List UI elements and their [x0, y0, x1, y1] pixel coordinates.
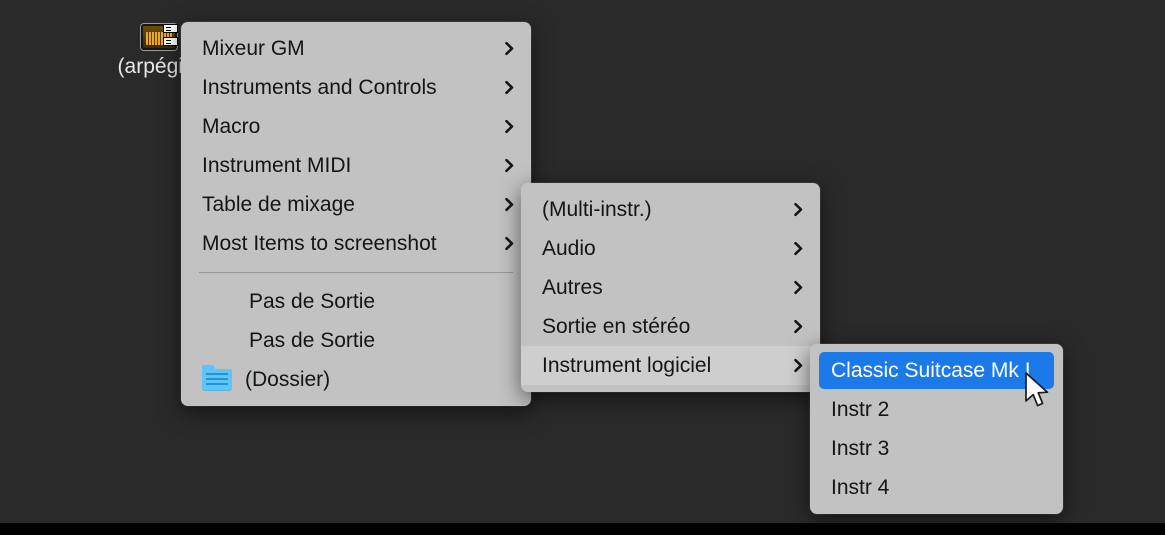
menu-item[interactable]: (Multi-instr.) [521, 190, 820, 229]
menu-item-label: Table de mixage [202, 192, 355, 216]
document-icon [163, 24, 178, 46]
menu-item[interactable]: Instrument MIDI [181, 146, 531, 185]
chevron-right-icon [502, 80, 517, 95]
menu-item-label: (Multi-instr.) [542, 197, 652, 221]
menu-item-label: Pas de Sortie [249, 328, 376, 352]
menu-item[interactable]: Autres [521, 268, 820, 307]
chevron-right-icon [791, 358, 806, 373]
chevron-right-icon [791, 202, 806, 217]
chevron-right-icon [502, 158, 517, 173]
menu-item[interactable]: Instrument logiciel [521, 346, 820, 385]
chevron-right-icon [502, 236, 517, 251]
menu-item[interactable]: (Dossier) [181, 360, 531, 399]
menu-item[interactable]: Mixeur GM [181, 29, 531, 68]
desktop-icon-document[interactable] [163, 24, 178, 46]
menu-item-label: Classic Suitcase Mk I [831, 358, 1031, 382]
menu-item-label: Instrument MIDI [202, 153, 352, 177]
screen: (arpégiat Mixeur GM Instruments and Contr… [0, 0, 1165, 535]
menu-item-label: Macro [202, 114, 261, 138]
menu-item[interactable]: Instr 3 [810, 429, 1063, 468]
menu-item[interactable]: Instr 2 [810, 390, 1063, 429]
menu-item-label: Audio [542, 236, 596, 260]
context-menu-root[interactable]: Mixeur GM Instruments and Controls Macro In… [181, 22, 531, 406]
menu-item[interactable]: Pas de Sortie [181, 282, 531, 321]
context-submenu-table-de-mixage[interactable]: (Multi-instr.) Audio Autres Sortie en stéré… [521, 183, 820, 392]
menu-item[interactable]: Most Items to screenshot [181, 224, 531, 263]
menu-item[interactable]: Instr 4 [810, 468, 1063, 507]
menu-item-label: Pas de Sortie [249, 289, 376, 313]
menu-item-label: Instr 3 [831, 436, 890, 460]
menu-item-label: Instrument logiciel [542, 353, 712, 377]
menu-item[interactable]: Audio [521, 229, 820, 268]
chevron-right-icon [502, 197, 517, 212]
menu-item-label: Autres [542, 275, 603, 299]
screen-bottom-band [0, 523, 1165, 535]
folder-icon [202, 364, 232, 391]
menu-item[interactable]: Pas de Sortie [181, 321, 531, 360]
menu-separator [199, 272, 513, 273]
chevron-right-icon [502, 41, 517, 56]
chevron-right-icon [791, 280, 806, 295]
menu-item[interactable]: Instruments and Controls [181, 68, 531, 107]
menu-item-label: Mixeur GM [202, 36, 305, 60]
menu-item[interactable]: Sortie en stéréo [521, 307, 820, 346]
chevron-right-icon [791, 241, 806, 256]
context-submenu-instrument-logiciel[interactable]: Classic Suitcase Mk I Instr 2 Instr 3 Instr… [810, 344, 1063, 514]
menu-item-label: (Dossier) [245, 367, 331, 391]
menu-item[interactable]: Table de mixage [181, 185, 531, 224]
folder-lines-detail [206, 372, 228, 387]
chevron-right-icon [502, 119, 517, 134]
menu-item[interactable]: Classic Suitcase Mk I [810, 351, 1063, 390]
chevron-right-icon [791, 319, 806, 334]
menu-item-label: Most Items to screenshot [202, 231, 437, 255]
menu-item[interactable]: Macro [181, 107, 531, 146]
menu-item-label: Instr 2 [831, 397, 890, 421]
menu-item-label: Instr 4 [831, 475, 890, 499]
menu-item-label: Sortie en stéréo [542, 314, 691, 338]
menu-item-label: Instruments and Controls [202, 75, 437, 99]
